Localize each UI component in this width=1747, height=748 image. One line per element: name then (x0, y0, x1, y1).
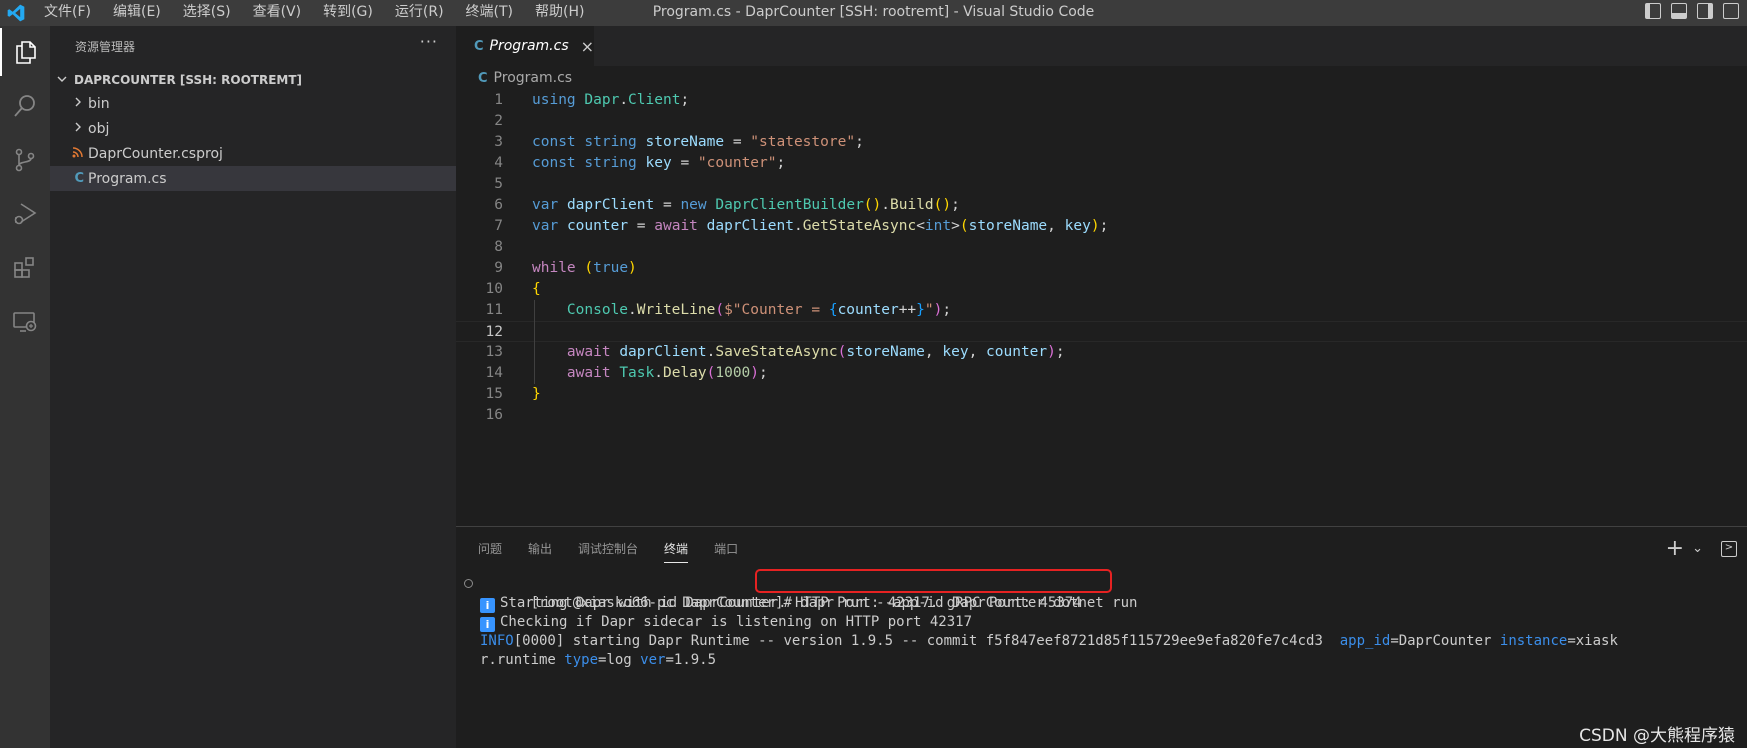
command-highlight-box (755, 569, 1112, 593)
title-bar: 文件(F) 编辑(E) 选择(S) 查看(V) 转到(G) 运行(R) 终端(T… (0, 0, 1747, 26)
toggle-secondary-sidebar-icon[interactable] (1697, 3, 1713, 19)
tree-item-csproj[interactable]: DaprCounter.csproj (50, 141, 456, 166)
tree-item-label: obj (88, 120, 110, 137)
code-line: 3 const string storeName = "statestore"; (494, 134, 864, 150)
tree-item-obj[interactable]: obj (50, 116, 456, 141)
tree-item-label: Program.cs (88, 170, 167, 187)
code-line-current: 12 (456, 321, 1747, 342)
layout-controls (1645, 3, 1739, 19)
tab-debug-console[interactable]: 调试控制台 (578, 540, 638, 563)
remote-explorer-icon[interactable] (0, 298, 50, 346)
menu-edit[interactable]: 编辑(E) (113, 0, 161, 26)
breadcrumb-file[interactable]: Program.cs (494, 70, 573, 86)
code-editor[interactable]: 1 using Dapr.Client; 2 3 const string stor… (456, 90, 1747, 526)
more-actions-icon[interactable]: ··· (420, 32, 438, 51)
code-line: 16 (485, 407, 503, 423)
vscode-logo-icon (7, 4, 25, 22)
chevron-down-icon (56, 73, 74, 88)
terminal-line: i Starting Dapr with id DaprCounter. HTTP… (480, 594, 1082, 613)
menu-view[interactable]: 查看(V) (253, 0, 302, 26)
terminal-line: INFO[0000] starting Dapr Runtime -- vers… (480, 633, 1618, 649)
csharp-file-icon: C (74, 171, 84, 186)
code-line: 10{ (485, 281, 541, 297)
terminal-launch-icon[interactable]: > (1721, 540, 1737, 557)
rss-file-icon (50, 146, 88, 162)
explorer-title: 资源管理器 (75, 40, 136, 54)
menu-terminal[interactable]: 终端(T) (466, 0, 513, 26)
command-status-icon (464, 579, 473, 588)
csharp-file-icon: C (474, 38, 484, 54)
menu-run[interactable]: 运行(R) (395, 0, 444, 26)
activity-bar (0, 26, 50, 748)
bottom-panel: 问题 输出 调试控制台 终端 端口 + ⌄ > [root@xiasko66-p… (456, 526, 1747, 748)
toggle-primary-sidebar-icon[interactable] (1645, 3, 1661, 19)
chevron-right-icon (50, 121, 88, 137)
code-line: 8 (494, 239, 503, 255)
tree-item-program-cs[interactable]: C Program.cs (50, 166, 456, 191)
new-terminal-icon[interactable]: + (1666, 536, 1684, 561)
code-line: 6 var daprClient = new DaprClientBuilder(… (494, 197, 960, 213)
terminal-command-line: [root@xiasko66-pc DaprCounter]# dapr run… (464, 569, 1137, 611)
code-line: 5 (494, 176, 503, 192)
code-line: 9 while (true) (494, 260, 637, 276)
terminal-line: i Checking if Dapr sidecar is listening o… (480, 613, 972, 632)
close-icon[interactable]: × (581, 37, 594, 56)
tree-item-label: DaprCounter.csproj (88, 145, 223, 162)
csharp-file-icon: C (478, 70, 488, 86)
extensions-icon[interactable] (0, 244, 50, 292)
tree-item-bin[interactable]: bin (50, 91, 456, 116)
workspace-section-header[interactable]: DAPRCOUNTER [SSH: ROOTREMT] (50, 69, 456, 91)
workspace-name: DAPRCOUNTER [SSH: ROOTREMT] (74, 73, 303, 87)
editor-tab-bar: C Program.cs × (456, 26, 1747, 66)
panel-tabs: 问题 输出 调试控制台 终端 端口 (478, 540, 738, 563)
code-line: 14 await Task.Delay(1000); (485, 365, 768, 381)
breadcrumb: C Program.cs (456, 66, 1747, 90)
search-icon[interactable] (0, 82, 50, 130)
code-line: 1 using Dapr.Client; (494, 92, 690, 108)
chevron-right-icon (50, 96, 88, 112)
code-line: 7 var counter = await daprClient.GetState… (494, 218, 1109, 234)
code-line: 4 const string key = "counter"; (494, 155, 786, 171)
info-icon: i (480, 617, 495, 632)
customize-layout-icon[interactable] (1723, 3, 1739, 19)
explorer-sidebar: 资源管理器 ··· DAPRCOUNTER [SSH: ROOTREMT] bi… (50, 26, 456, 748)
terminal-line: r.runtime type=log ver=1.9.5 (480, 652, 717, 668)
tab-ports[interactable]: 端口 (714, 540, 738, 563)
tab-label: Program.cs (489, 38, 569, 54)
tree-item-label: bin (88, 95, 110, 112)
panel-actions: + ⌄ > (1666, 536, 1737, 561)
code-line: 15} (485, 386, 541, 402)
info-icon: i (480, 598, 495, 613)
tab-program-cs[interactable]: C Program.cs × (456, 26, 594, 66)
tab-output[interactable]: 输出 (528, 540, 552, 563)
tab-problems[interactable]: 问题 (478, 540, 502, 563)
watermark: CSDN @大熊程序猿 (1579, 726, 1735, 746)
menu-help[interactable]: 帮助(H) (535, 0, 584, 26)
menu-bar: 文件(F) 编辑(E) 选择(S) 查看(V) 转到(G) 运行(R) 终端(T… (44, 0, 606, 26)
menu-go[interactable]: 转到(G) (323, 0, 373, 26)
menu-selection[interactable]: 选择(S) (183, 0, 231, 26)
tab-terminal[interactable]: 终端 (664, 540, 689, 563)
menu-file[interactable]: 文件(F) (44, 0, 91, 26)
run-debug-icon[interactable] (0, 190, 50, 238)
source-control-icon[interactable] (0, 136, 50, 184)
explorer-icon[interactable] (0, 28, 50, 76)
code-line: 13 await daprClient.SaveStateAsync(store… (485, 344, 1065, 360)
chevron-down-icon[interactable]: ⌄ (1692, 541, 1703, 556)
code-line: 11 Console.WriteLine($"Counter = {counte… (485, 302, 952, 318)
toggle-panel-icon[interactable] (1671, 3, 1687, 19)
code-line: 2 (494, 113, 503, 129)
indent-guide (534, 300, 535, 384)
